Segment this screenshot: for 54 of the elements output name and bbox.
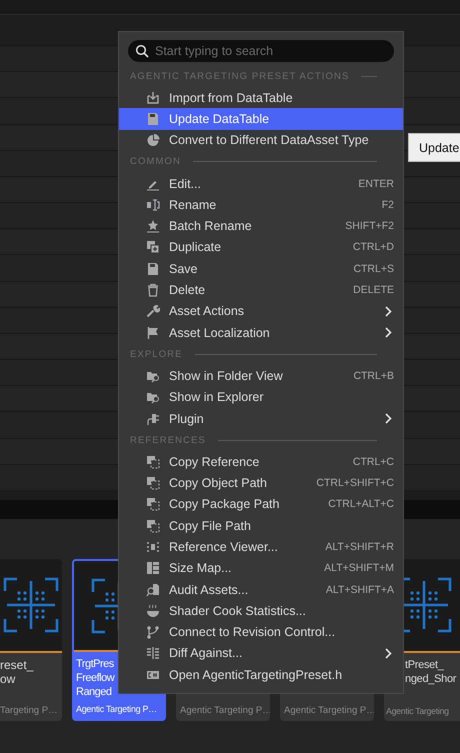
- import-icon: [146, 90, 160, 105]
- search-field[interactable]: Start typing to search: [128, 40, 394, 62]
- duplicate-icon: [146, 240, 160, 254]
- asset-type: Agentic Targeting P…: [75, 704, 158, 716]
- asset-name: TrgtPres: [76, 657, 114, 671]
- save-icon: [146, 112, 160, 126]
- asset-type: Agentic Targeting: [385, 706, 450, 718]
- trash-icon: [146, 283, 160, 298]
- wrench-icon: [146, 304, 160, 318]
- copy-icon: [146, 454, 160, 469]
- menu-item[interactable]: Convert to Different DataAsset Type: [119, 130, 403, 151]
- asset-name: ow: [0, 672, 16, 686]
- asset-tile[interactable]: reset_ ow Targeting P…: [0, 559, 62, 721]
- asset-name: Freeflow: [76, 671, 114, 685]
- menu-item[interactable]: Batch Rename SHIFT+F2: [119, 215, 403, 237]
- menu-item[interactable]: Reference Viewer... ALT+SHIFT+R: [119, 536, 403, 558]
- menu-item[interactable]: Update DataTable: [119, 108, 403, 130]
- menu-item[interactable]: Asset Localization: [119, 322, 403, 344]
- branch-icon: [146, 625, 160, 640]
- search-icon: [135, 44, 149, 58]
- tooltip: Update: [408, 133, 460, 162]
- folder-search-icon: [146, 390, 160, 404]
- asset-type: Targeting P…: [0, 705, 59, 718]
- asset-type: Agentic Targeting P…: [179, 705, 270, 718]
- menu-item[interactable]: Import from DataTable: [119, 87, 403, 108]
- crosshair-icon: [1, 575, 61, 635]
- save-icon: [146, 262, 160, 276]
- steaming-bowl-icon: [146, 604, 160, 618]
- graph-icon: [146, 540, 160, 554]
- asset-name: nged_Shor: [405, 672, 456, 686]
- menu-item[interactable]: Asset Actions: [119, 300, 403, 322]
- menu-item[interactable]: Copy Reference CTRL+C: [119, 451, 403, 472]
- asset-name: tPreset_: [405, 658, 444, 672]
- copy-icon: [146, 497, 160, 512]
- menu-item[interactable]: Duplicate CTRL+D: [119, 236, 403, 258]
- menu-item[interactable]: Copy File Path: [119, 515, 403, 536]
- asset-name: reset_: [0, 658, 34, 672]
- magnifier-document-icon: [146, 582, 160, 597]
- grid-icon: [146, 561, 160, 576]
- menu-item[interactable]: Rename F2: [119, 194, 403, 216]
- menu-item[interactable]: Plugin: [119, 408, 403, 430]
- copy-icon: [146, 518, 160, 533]
- star-icon: [146, 219, 160, 234]
- diff-icon: [146, 646, 160, 660]
- copy-icon: [146, 476, 160, 490]
- asset-type: Agentic Targeting P…: [283, 705, 374, 718]
- menu-item[interactable]: Edit... ENTER: [119, 172, 403, 194]
- menu-item[interactable]: Copy Object Path CTRL+SHIFT+C: [119, 472, 403, 494]
- text-cursor-icon: [146, 198, 160, 212]
- plug-icon: [146, 412, 160, 426]
- asset-name: Ranged: [76, 685, 112, 699]
- pie-chart-icon: [146, 133, 160, 148]
- menu-item[interactable]: Copy Package Path CTRL+ALT+C: [119, 494, 403, 516]
- flag-icon: [146, 326, 160, 340]
